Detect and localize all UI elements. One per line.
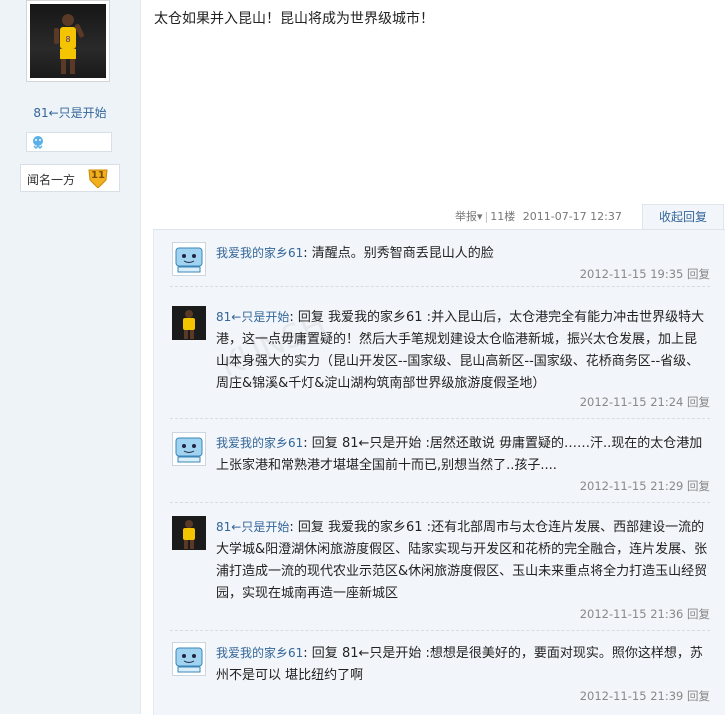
reply-divider	[170, 502, 710, 503]
reply-button[interactable]: 回复	[687, 607, 710, 621]
reply-button[interactable]: 回复	[687, 267, 710, 281]
reply-text-block: 我爱我的家乡61: 回复 81←只是开始 :想想是很美好的，要面对现实。照你这样…	[216, 646, 703, 683]
reply-list: KUNSH 我爱我的家乡61: 清醒点。别秀智商丢昆山人的脸 2012-11-1…	[153, 229, 725, 715]
reply-text-block: 81←只是开始: 回复 我爱我的家乡61 :还有北部周市与太仓连片发展、西部建设…	[216, 520, 708, 601]
collapse-replies-button[interactable]: 收起回复	[642, 204, 724, 230]
cartoon-avatar-icon[interactable]	[172, 432, 206, 466]
reply-message: 清醒点。别秀智商丢昆山人的脸	[311, 246, 494, 261]
user-avatar[interactable]: 8	[26, 0, 110, 82]
player-avatar-icon[interactable]	[172, 516, 206, 550]
reply-button[interactable]: 回复	[687, 689, 710, 703]
medal-box	[26, 132, 112, 152]
reply-divider	[170, 286, 710, 287]
reply-button[interactable]: 回复	[687, 479, 710, 493]
reply-username[interactable]: 我爱我的家乡61	[216, 646, 303, 660]
cartoon-avatar-icon[interactable]	[172, 642, 206, 676]
reply-divider	[170, 418, 710, 419]
player-avatar-icon[interactable]	[172, 306, 206, 340]
reply-username[interactable]: 我爱我的家乡61	[216, 246, 303, 260]
reply-message: 还有北部周市与太仓连片发展、西部建设一流的大学城&阳澄湖休闲旅游度假区、陆家实现…	[216, 520, 708, 601]
rank-level: 11	[91, 170, 105, 181]
floor-number: 11楼	[490, 210, 516, 223]
reply-username[interactable]: 81←只是开始	[216, 310, 289, 324]
reply-divider	[170, 630, 710, 631]
reply-timestamp: 2012-11-15 19:35 回复	[579, 267, 710, 281]
post-time: 2011-07-17 12:37	[522, 210, 622, 223]
reply-button[interactable]: 回复	[687, 395, 710, 409]
sidebar-username[interactable]: 81←只是开始	[0, 104, 140, 121]
report-link[interactable]: 举报	[455, 210, 477, 223]
reply-timestamp: 2012-11-15 21:24 回复	[579, 395, 710, 409]
svg-text:8: 8	[65, 35, 70, 44]
player-figure-icon: 8	[54, 14, 84, 74]
rank-label: 闻名一方	[27, 173, 76, 187]
post-content: 太仓如果并入昆山！昆山将成为世界级城市！	[154, 11, 434, 27]
reply-text-block: 81←只是开始: 回复 我爱我的家乡61 :并入昆山后，太仓港完全有能力冲击世界…	[216, 310, 705, 391]
reply-target[interactable]: 81←只是开始	[342, 436, 421, 451]
reply-message: 并入昆山后，太仓港完全有能力冲击世界级特大港，这一点毋庸置疑的！然后大手笔规划建…	[216, 310, 705, 391]
reply-username[interactable]: 我爱我的家乡61	[216, 436, 303, 450]
reply-target[interactable]: 我爱我的家乡61	[328, 520, 423, 535]
reply-timestamp: 2012-11-15 21:36 回复	[579, 607, 710, 621]
rank-box: 闻名一方 11	[20, 164, 120, 192]
reply-target[interactable]: 我爱我的家乡61	[328, 310, 423, 325]
cartoon-avatar-icon[interactable]	[172, 242, 206, 276]
post-meta: 举报▾ | 11楼 2011-07-17 12:37	[455, 210, 622, 223]
player-photo: 8	[30, 4, 106, 78]
reply-text-block: 我爱我的家乡61: 清醒点。别秀智商丢昆山人的脸	[216, 246, 494, 261]
medal-icon[interactable]	[31, 135, 45, 149]
report-dropdown-icon[interactable]: ▾	[477, 210, 483, 223]
reply-timestamp: 2012-11-15 21:39 回复	[579, 689, 710, 703]
reply-text-block: 我爱我的家乡61: 回复 81←只是开始 :居然还敢说 毋庸置疑的……汗..现在…	[216, 436, 703, 473]
reply-username[interactable]: 81←只是开始	[216, 520, 289, 534]
rank-badge: 11	[87, 168, 109, 189]
reply-target[interactable]: 81←只是开始	[342, 646, 421, 661]
user-sidebar: 8 81←只是开始 闻名一方 11	[0, 0, 141, 714]
reply-timestamp: 2012-11-15 21:29 回复	[579, 479, 710, 493]
